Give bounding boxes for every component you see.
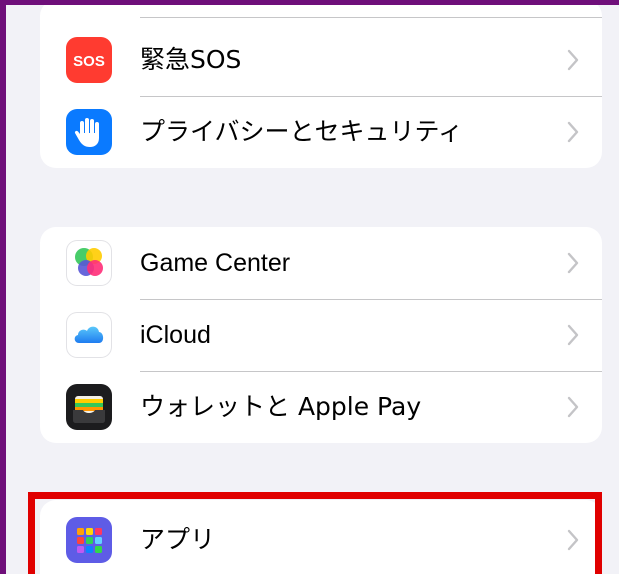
settings-row-privacy-security[interactable]: プライバシーとセキュリティ xyxy=(40,96,602,168)
settings-row-icloud[interactable]: iCloud xyxy=(40,299,602,371)
chevron-right-icon xyxy=(567,49,579,71)
svg-text:SOS: SOS xyxy=(73,53,105,70)
row-label: ウォレットと Apple Pay xyxy=(140,392,422,421)
wallet-icon xyxy=(66,384,112,430)
settings-row-game-center[interactable]: Game Center xyxy=(40,227,602,299)
hand-icon xyxy=(66,109,112,155)
row-label: 緊急SOS xyxy=(140,45,242,74)
settings-row-wallet-apple-pay[interactable]: ウォレットと Apple Pay xyxy=(40,371,602,443)
separator xyxy=(140,17,602,18)
row-label: iCloud xyxy=(140,321,211,349)
settings-group-accounts: Game Center iCloud ウォレットと Apple Pay xyxy=(40,227,602,443)
settings-group-safety: SOS 緊急SOS プライバシーとセキュリティ xyxy=(40,5,602,168)
settings-screen: SOS 緊急SOS プライバシーとセキュリティ Game Center iClo… xyxy=(0,0,619,574)
row-label: プライバシーとセキュリティ xyxy=(140,117,464,146)
chevron-right-icon xyxy=(567,324,579,346)
row-label: Game Center xyxy=(140,249,291,277)
icloud-icon xyxy=(66,312,112,358)
apps-highlight-box xyxy=(28,492,602,574)
settings-row-emergency-sos[interactable]: SOS 緊急SOS xyxy=(40,24,602,96)
chevron-right-icon xyxy=(567,121,579,143)
chevron-right-icon xyxy=(567,396,579,418)
game-center-icon xyxy=(66,240,112,286)
sos-icon: SOS xyxy=(66,37,112,83)
chevron-right-icon xyxy=(567,252,579,274)
